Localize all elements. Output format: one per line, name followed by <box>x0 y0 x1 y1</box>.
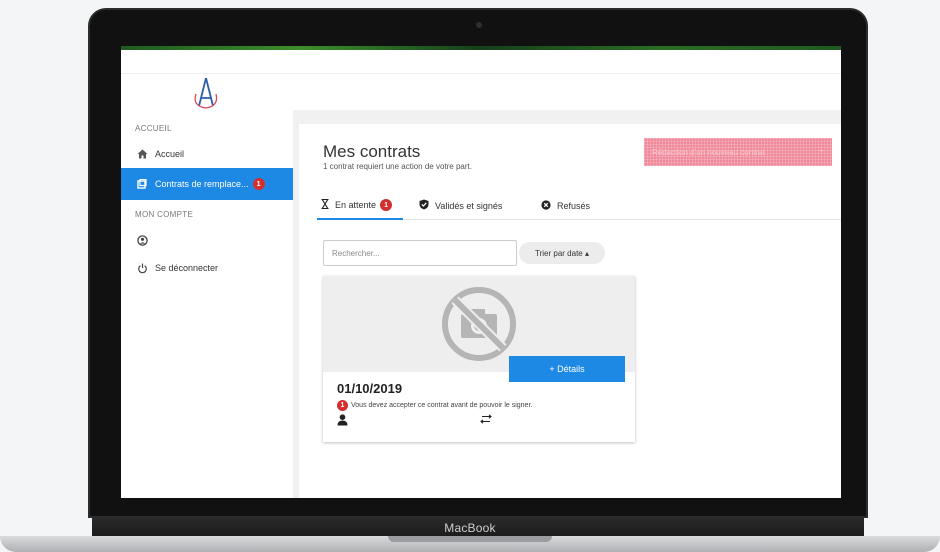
swap-icon <box>479 414 493 427</box>
new-contract-button[interactable]: Rédaction d'un nouveau contrat + <box>644 138 832 166</box>
notification-badge: 1 <box>252 178 265 190</box>
new-contract-label: Rédaction d'un nouveau contrat <box>652 147 765 157</box>
device-brand-label: MacBook <box>444 521 496 535</box>
tab-valides-signes[interactable]: Validés et signés <box>419 192 502 220</box>
shield-check-icon <box>419 199 429 213</box>
logo <box>194 77 218 109</box>
contract-icon <box>135 179 149 189</box>
tab-refuses[interactable]: Refusés <box>541 192 590 220</box>
sidebar: ACCUEIL Accueil Contrats de remplace... … <box>121 110 293 498</box>
tab-label: En attente <box>335 200 377 210</box>
top-bar <box>121 50 841 74</box>
warning-badge: 1 <box>337 400 348 411</box>
plus-icon: + <box>818 146 824 156</box>
camera-icon <box>476 22 482 28</box>
page-title: Mes contrats <box>323 142 421 161</box>
tab-badge: 1 <box>380 199 393 211</box>
tab-bar: En attente 1 Validés et signés Refusés <box>317 192 841 220</box>
sidebar-item-label: Se déconnecter <box>155 263 219 273</box>
user-icon <box>337 414 348 429</box>
page-subtitle: 1 contrat requiert une action de votre p… <box>323 162 472 171</box>
laptop-notch <box>388 536 552 542</box>
warning-text: Vous devez accepter ce contrat avant de … <box>351 402 533 409</box>
sidebar-item-contrats[interactable]: Contrats de remplace... 1 <box>121 168 293 200</box>
no-photo-icon <box>442 287 516 361</box>
contract-warning: 1 Vous devez accepter ce contrat avant d… <box>337 400 532 411</box>
tab-en-attente[interactable]: En attente 1 <box>317 192 403 220</box>
sidebar-item-label: Contrats de remplace... <box>155 179 249 189</box>
sidebar-item-label: Accueil <box>155 149 185 159</box>
details-button[interactable]: + Détails <box>509 356 625 382</box>
contract-date: 01/10/2019 <box>337 381 403 396</box>
power-icon <box>135 263 149 274</box>
sidebar-item-accueil[interactable]: Accueil <box>121 140 293 168</box>
x-circle-icon <box>541 199 551 213</box>
search-input[interactable] <box>323 240 517 266</box>
sidebar-item-logout[interactable]: Se déconnecter <box>121 254 293 282</box>
tab-label: Validés et signés <box>435 201 503 211</box>
user-circle-icon <box>135 234 149 246</box>
sidebar-section-accueil: ACCUEIL <box>135 124 172 133</box>
contract-card: + Détails 01/10/2019 1 Vous devez accept… <box>323 276 635 442</box>
hourglass-icon <box>321 198 329 212</box>
home-icon <box>135 149 149 159</box>
laptop-frame: ACCUEIL Accueil Contrats de remplace... … <box>0 0 940 552</box>
sort-by-date-button[interactable]: Trier par date ▴ <box>519 242 605 264</box>
sidebar-section-compte: MON COMPTE <box>135 210 194 219</box>
sidebar-item-account[interactable] <box>121 226 293 254</box>
tab-label: Refusés <box>557 201 591 211</box>
app-screen: ACCUEIL Accueil Contrats de remplace... … <box>121 46 841 498</box>
